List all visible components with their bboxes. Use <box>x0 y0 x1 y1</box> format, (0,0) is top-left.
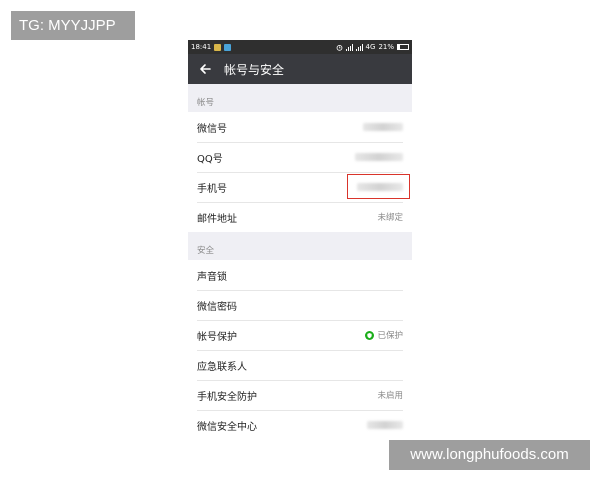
row-value-blurred <box>367 421 403 429</box>
row-value: 已保护 <box>377 331 403 341</box>
signal-icon <box>345 43 353 51</box>
row-phone-security[interactable]: 手机安全防护 未启用 <box>188 380 412 410</box>
row-voice-lock[interactable]: 声音锁 <box>188 260 412 290</box>
notification-icon <box>224 43 232 51</box>
status-time: 18:41 <box>191 43 212 51</box>
shield-icon <box>365 330 375 340</box>
row-label: 邮件地址 <box>197 213 237 225</box>
row-value: 未绑定 <box>377 213 403 223</box>
row-label: QQ号 <box>197 153 223 165</box>
row-phone-number[interactable]: 手机号 <box>188 172 412 202</box>
section-header-security: 安全 <box>197 246 215 256</box>
row-email-address[interactable]: 邮件地址 未绑定 <box>188 202 412 232</box>
row-emergency-contact[interactable]: 应急联系人 <box>188 350 412 380</box>
row-wechat-password[interactable]: 微信密码 <box>188 290 412 320</box>
row-wechat-id[interactable]: 微信号 <box>188 112 412 142</box>
watermark-bottom: www.longphufoods.com <box>389 440 590 470</box>
battery-icon <box>397 44 409 50</box>
row-account-protection[interactable]: 帐号保护 已保护 <box>188 320 412 350</box>
status-bar: 18:41 4G 21% <box>188 40 412 54</box>
row-value-blurred <box>363 123 403 131</box>
row-label: 帐号保护 <box>197 331 237 343</box>
row-security-center[interactable]: 微信安全中心 <box>188 410 412 440</box>
watermark-top: TG: MYYJJPP <box>11 11 135 40</box>
row-label: 手机号 <box>197 183 227 195</box>
row-value: 未启用 <box>377 391 403 401</box>
row-label: 声音锁 <box>197 271 227 283</box>
row-label: 手机安全防护 <box>197 391 257 403</box>
highlight-box <box>347 174 410 199</box>
notification-icon <box>214 43 222 51</box>
page-title: 帐号与安全 <box>224 62 285 77</box>
phone-screen: 18:41 4G 21% 帐号与安全 帐号 微信号 QQ号 手机号 邮件地址 未… <box>188 40 412 440</box>
row-label: 应急联系人 <box>197 361 247 373</box>
alarm-icon <box>336 44 342 51</box>
network-type: 4G <box>365 43 376 51</box>
signal-icon <box>355 43 363 51</box>
row-value-blurred <box>355 153 403 161</box>
battery-level: 21% <box>378 43 394 51</box>
section-header-account: 帐号 <box>197 98 215 108</box>
row-label: 微信密码 <box>197 301 237 313</box>
row-label: 微信号 <box>197 123 227 135</box>
protection-status: 已保护 <box>365 329 403 341</box>
title-bar: 帐号与安全 <box>188 54 412 84</box>
back-arrow-icon[interactable] <box>198 62 212 76</box>
row-qq-number[interactable]: QQ号 <box>188 142 412 172</box>
row-label: 微信安全中心 <box>197 421 257 433</box>
